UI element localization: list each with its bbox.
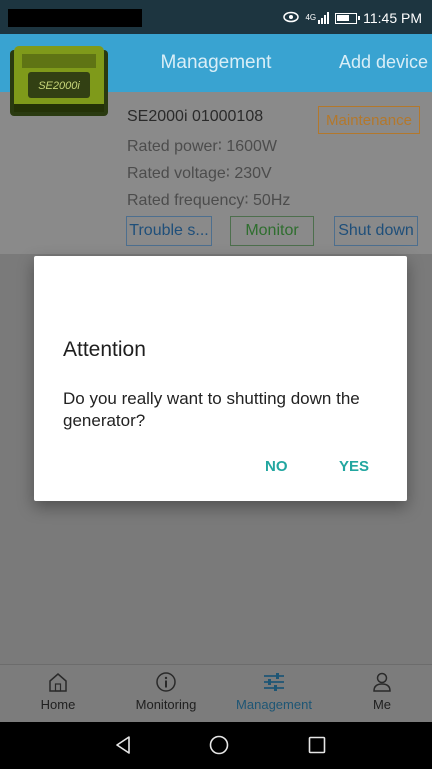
- battery-icon: [335, 12, 361, 24]
- nav-item-me[interactable]: Me: [328, 671, 432, 712]
- rated-frequency: Rated frequency∶ 50Hz: [127, 192, 291, 209]
- generator-image: SE2000i: [10, 46, 108, 116]
- nav-label-management: Management: [236, 697, 312, 712]
- rated-power: Rated power∶ 1600W: [127, 138, 278, 155]
- person-icon: [373, 672, 391, 692]
- status-icons: 4G 11:45 PM: [283, 9, 422, 27]
- system-nav-bar: [0, 722, 432, 769]
- network-label: 4G: [305, 13, 317, 22]
- signal-icon: 4G: [305, 12, 330, 24]
- redacted-area: [8, 9, 142, 27]
- back-icon[interactable]: [112, 734, 134, 756]
- nav-item-monitoring[interactable]: Monitoring: [112, 671, 220, 712]
- home-icon: [49, 673, 67, 692]
- add-device-button[interactable]: Add device: [339, 52, 428, 73]
- status-badge: Maintenance: [318, 106, 420, 134]
- shut-down-button[interactable]: Shut down: [334, 216, 418, 246]
- confirm-dialog: Attention Do you really want to shutting…: [34, 256, 407, 501]
- nav-item-home[interactable]: Home: [4, 671, 112, 712]
- dialog-title: Attention: [63, 338, 146, 361]
- device-name: SE2000i 01000108: [127, 108, 264, 125]
- dialog-message: Do you really want to shutting down the …: [63, 389, 360, 430]
- home-circle-icon[interactable]: [208, 734, 230, 756]
- sliders-icon: [264, 673, 284, 691]
- status-time: 11:45 PM: [363, 10, 422, 26]
- status-bar: 4G 11:45 PM: [0, 0, 432, 34]
- rated-voltage: Rated voltage∶ 230V: [127, 165, 272, 182]
- yes-button[interactable]: YES: [339, 458, 369, 475]
- recents-icon[interactable]: [306, 734, 328, 756]
- nav-label-home: Home: [40, 697, 76, 712]
- monitor-button[interactable]: Monitor: [230, 216, 314, 246]
- nav-label-monitoring: Monitoring: [135, 697, 197, 712]
- nav-label-me: Me: [372, 697, 392, 712]
- eye-icon: [283, 10, 300, 26]
- no-button[interactable]: NO: [265, 458, 288, 475]
- info-icon: [156, 672, 176, 692]
- troubleshooting-button[interactable]: Trouble s...: [126, 216, 212, 246]
- bottom-nav: Home Monitoring Management Me: [0, 664, 432, 722]
- nav-item-management[interactable]: Management: [220, 671, 328, 712]
- generator-label: SE2000i: [38, 80, 80, 92]
